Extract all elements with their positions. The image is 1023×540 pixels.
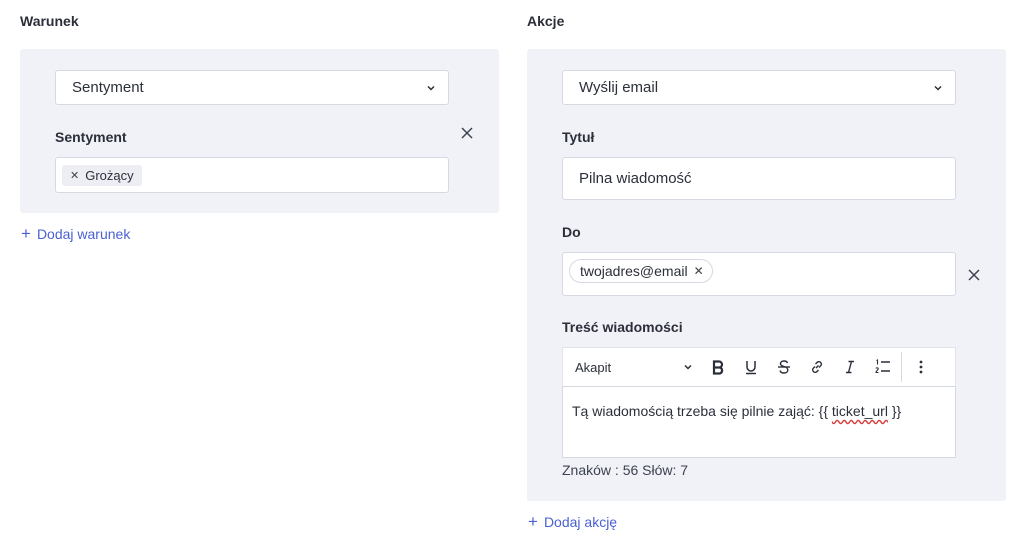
italic-icon: [845, 360, 854, 374]
chevron-down-icon: [684, 364, 692, 370]
add-action-label: Dodaj akcję: [543, 513, 618, 530]
sentiment-tag: ✕ Grożący: [62, 164, 142, 186]
paragraph-style-select[interactable]: Akapit: [563, 360, 701, 375]
condition-type-value: Sentyment: [72, 79, 144, 96]
toolbar-separator: [901, 352, 902, 382]
to-recipients-input[interactable]: twojadres@email ✕: [562, 252, 956, 296]
editor-toolbar: Akapit: [562, 347, 956, 386]
add-condition-link[interactable]: + Dodaj warunek: [21, 225, 130, 242]
remove-action-close-icon[interactable]: [967, 268, 981, 282]
subject-input[interactable]: Pilna wiadomość: [562, 157, 956, 200]
tag-remove-icon[interactable]: ✕: [70, 169, 79, 182]
body-label: Treść wiadomości: [562, 319, 683, 335]
sentiment-tag-label: Grożący: [85, 167, 134, 183]
condition-title: Warunek: [20, 13, 79, 29]
bold-icon: [712, 360, 723, 375]
plus-icon: +: [21, 224, 31, 243]
more-options-button[interactable]: [904, 348, 937, 387]
to-label: Do: [562, 224, 581, 240]
recipient-chip: twojadres@email ✕: [569, 259, 713, 283]
body-text-variable: ticket_url: [831, 403, 888, 419]
sentiment-tags-input[interactable]: ✕ Grożący: [55, 157, 449, 193]
underline-icon: [745, 361, 756, 375]
action-type-value: Wyślij email: [579, 79, 659, 96]
italic-button[interactable]: [833, 348, 866, 387]
strikethrough-button[interactable]: [767, 348, 800, 387]
chip-remove-icon[interactable]: ✕: [694, 264, 704, 278]
message-body-editor[interactable]: Tą wiadomością trzeba się pilnie zająć: …: [562, 386, 956, 458]
add-action-link[interactable]: + Dodaj akcję: [528, 513, 617, 530]
bold-button[interactable]: [701, 348, 734, 387]
chevron-down-icon: [934, 85, 942, 91]
strikethrough-icon: [777, 360, 790, 374]
numbered-list-icon: [874, 359, 890, 374]
link-button[interactable]: [800, 348, 833, 387]
body-text-suffix: }}: [887, 403, 902, 419]
char-word-counter: Znaków : 56 Słów: 7: [562, 462, 689, 478]
subject-label: Tytuł: [562, 129, 595, 145]
underline-button[interactable]: [734, 348, 767, 387]
recipient-chip-label: twojadres@email: [580, 263, 688, 279]
body-text-prefix: Tą wiadomością trzeba się pilnie zająć: …: [572, 403, 832, 419]
action-type-select[interactable]: Wyślij email: [562, 70, 956, 105]
subject-value: Pilna wiadomość: [579, 170, 692, 187]
actions-title: Akcje: [527, 13, 565, 29]
sentiment-label: Sentyment: [55, 129, 127, 145]
paragraph-style-value: Akapit: [575, 359, 612, 375]
plus-icon: +: [528, 512, 538, 531]
chevron-down-icon: [427, 85, 435, 91]
numbered-list-button[interactable]: [866, 348, 899, 387]
condition-type-select[interactable]: Sentyment: [55, 70, 449, 105]
more-vertical-icon: [919, 360, 922, 374]
remove-condition-close-icon[interactable]: [460, 126, 474, 140]
add-condition-label: Dodaj warunek: [36, 225, 131, 242]
link-icon: [811, 361, 822, 373]
